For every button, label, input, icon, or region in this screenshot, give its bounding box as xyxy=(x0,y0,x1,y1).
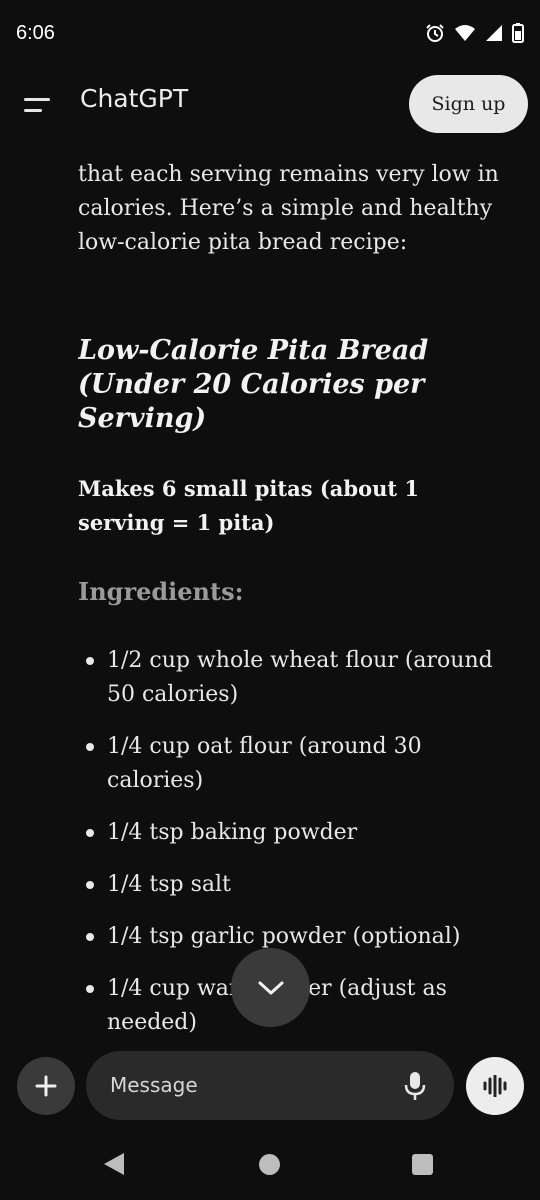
status-bar: 6:06 xyxy=(0,0,540,66)
intro-paragraph: that each serving remains very low in ca… xyxy=(78,162,499,255)
voice-mode-button[interactable] xyxy=(466,1057,524,1115)
bullet-icon xyxy=(86,743,94,751)
battery-icon xyxy=(512,23,524,43)
servings-note: Makes 6 small pitas (about 1 serving = 1… xyxy=(78,476,419,535)
voice-waveform-icon xyxy=(483,1075,507,1097)
message-input[interactable]: Message xyxy=(86,1051,454,1120)
signal-icon xyxy=(486,25,502,41)
bullet-icon xyxy=(86,881,94,889)
list-item: 1/4 cup oat flour (around 30 calories) xyxy=(78,730,508,798)
system-nav-bar xyxy=(0,1128,540,1200)
list-item: 1/4 tsp salt xyxy=(78,868,508,902)
list-item: 1/2 cup whole wheat flour (around 50 cal… xyxy=(78,644,508,712)
status-icons xyxy=(425,23,524,43)
wifi-icon xyxy=(455,25,475,41)
back-icon[interactable] xyxy=(103,1152,125,1176)
app-bar: ChatGPT Sign up xyxy=(0,66,540,142)
home-icon[interactable] xyxy=(259,1154,280,1175)
mic-icon[interactable] xyxy=(404,1071,426,1101)
bullet-icon xyxy=(86,933,94,941)
assistant-message: that each serving remains very low in ca… xyxy=(78,142,508,1047)
bullet-icon xyxy=(86,657,94,665)
list-item: 1/4 tsp baking powder xyxy=(78,816,508,850)
menu-icon[interactable] xyxy=(24,88,58,122)
alarm-icon xyxy=(426,24,444,42)
attach-button[interactable] xyxy=(17,1057,75,1115)
status-time: 6:06 xyxy=(16,21,55,44)
bullet-icon xyxy=(86,829,94,837)
bullet-icon xyxy=(86,985,94,993)
plus-icon xyxy=(35,1075,57,1097)
chevron-down-icon xyxy=(258,981,283,994)
ingredients-heading: Ingredients: xyxy=(78,577,244,606)
app-title: ChatGPT xyxy=(80,84,189,113)
list-item: 1/4 tsp garlic powder (optional) xyxy=(78,920,508,954)
scroll-to-bottom-button[interactable] xyxy=(231,948,310,1027)
recents-icon[interactable] xyxy=(412,1154,433,1175)
composer-bar: Message xyxy=(0,1047,540,1127)
message-placeholder: Message xyxy=(110,1073,198,1097)
recipe-title: Low-Calorie Pita Bread (Under 20 Calorie… xyxy=(78,335,429,434)
signup-button[interactable]: Sign up xyxy=(409,75,528,133)
